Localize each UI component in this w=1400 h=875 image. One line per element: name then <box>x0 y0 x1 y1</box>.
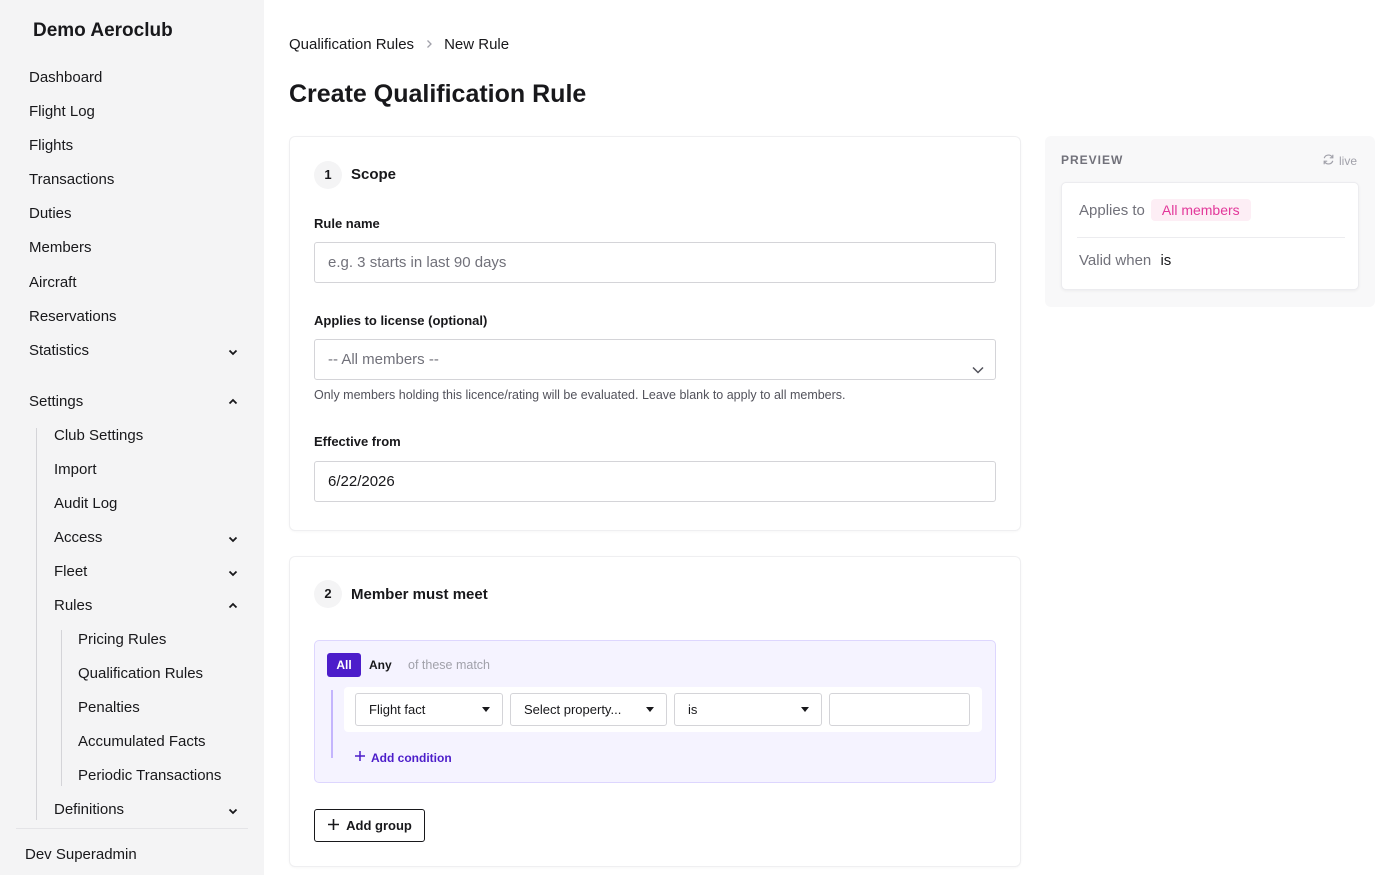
page-title: Create Qualification Rule <box>289 80 587 108</box>
step-title: Scope <box>351 166 397 183</box>
rule-name-input[interactable]: e.g. 3 starts in last 90 days <box>314 242 996 283</box>
refresh-icon <box>1322 153 1335 169</box>
chevron-down-icon[interactable] <box>226 566 240 580</box>
tree-line <box>36 428 37 820</box>
caret-down-icon <box>646 707 654 712</box>
sidebar-item-aircraft[interactable]: Aircraft <box>29 272 77 294</box>
license-select[interactable]: -- All members -- <box>314 339 996 380</box>
preview-title: PREVIEW <box>1061 153 1124 167</box>
sidebar-item-fleet[interactable]: Fleet <box>54 561 87 583</box>
chevron-up-icon[interactable] <box>226 599 240 613</box>
match-all-toggle[interactable]: All <box>327 653 361 677</box>
add-condition-button[interactable]: Add condition <box>354 750 452 765</box>
breadcrumb: Qualification Rules New Rule <box>289 34 509 54</box>
sidebar-item-members[interactable]: Members <box>29 237 92 259</box>
add-group-button[interactable]: Add group <box>314 809 425 842</box>
sidebar-item-dashboard[interactable]: Dashboard <box>29 67 102 89</box>
match-any-toggle[interactable]: Any <box>369 658 392 672</box>
caret-down-icon <box>801 707 809 712</box>
brand-title: Demo Aeroclub <box>33 20 173 41</box>
fact-type-value: Flight fact <box>369 702 426 717</box>
sidebar: Demo Aeroclub Dashboard Flight Log Fligh… <box>0 0 264 875</box>
condition-value-input[interactable] <box>829 693 970 726</box>
chevron-down-icon <box>971 353 985 392</box>
applies-to-pill: All members <box>1150 199 1251 221</box>
sidebar-item-flight-log[interactable]: Flight Log <box>29 101 95 123</box>
sidebar-item-club-settings[interactable]: Club Settings <box>54 425 143 447</box>
sidebar-item-transactions[interactable]: Transactions <box>29 169 114 191</box>
step-title: Member must meet <box>351 586 488 603</box>
preview-valid-when: Valid when is <box>1079 252 1171 269</box>
preview-applies-to: Applies to All members <box>1079 199 1251 221</box>
step-number: 2 <box>314 580 342 608</box>
sidebar-item-accumulated-facts[interactable]: Accumulated Facts <box>78 731 206 753</box>
plus-icon <box>354 750 366 765</box>
step-number: 1 <box>314 161 342 189</box>
property-value: Select property... <box>524 702 622 717</box>
sidebar-item-reservations[interactable]: Reservations <box>29 306 117 328</box>
sidebar-divider <box>16 828 248 829</box>
sidebar-item-qualification-rules[interactable]: Qualification Rules <box>78 663 203 685</box>
valid-when-label: Valid when <box>1079 252 1152 269</box>
plus-icon <box>327 818 340 834</box>
sidebar-item-periodic-transactions[interactable]: Periodic Transactions <box>78 765 221 787</box>
sidebar-item-definitions[interactable]: Definitions <box>54 799 124 821</box>
chevron-down-icon[interactable] <box>226 345 240 359</box>
chevron-up-icon[interactable] <box>226 395 240 409</box>
sidebar-item-audit-log[interactable]: Audit Log <box>54 493 117 515</box>
add-condition-label: Add condition <box>371 750 452 765</box>
valid-when-value: is <box>1160 252 1172 269</box>
preview-divider <box>1077 237 1345 238</box>
effective-from-label: Effective from <box>314 434 401 449</box>
operator-value: is <box>688 702 698 717</box>
operator-select[interactable]: is <box>674 693 822 726</box>
effective-from-input[interactable]: 6/22/2026 <box>314 461 996 502</box>
live-label: live <box>1339 154 1358 168</box>
sidebar-item-settings[interactable]: Settings <box>29 391 83 413</box>
breadcrumb-parent-link[interactable]: Qualification Rules <box>289 36 414 53</box>
license-select-value: -- All members -- <box>328 351 439 368</box>
sidebar-item-pricing-rules[interactable]: Pricing Rules <box>78 629 166 651</box>
sidebar-item-statistics[interactable]: Statistics <box>29 340 89 362</box>
sidebar-item-rules[interactable]: Rules <box>54 595 92 617</box>
property-select[interactable]: Select property... <box>510 693 667 726</box>
tree-line <box>61 630 62 786</box>
sidebar-item-duties[interactable]: Duties <box>29 203 72 225</box>
sidebar-item-penalties[interactable]: Penalties <box>78 697 140 719</box>
applies-to-label: Applies to <box>1079 201 1145 219</box>
license-label: Applies to license (optional) <box>314 313 488 328</box>
rule-name-label: Rule name <box>314 216 380 231</box>
sidebar-item-flights[interactable]: Flights <box>29 135 73 157</box>
match-note: of these match <box>408 658 490 672</box>
sidebar-item-import[interactable]: Import <box>54 459 97 481</box>
live-indicator: live <box>1322 153 1357 169</box>
chevron-down-icon[interactable] <box>226 532 240 546</box>
chevron-right-icon <box>424 39 434 49</box>
group-line <box>331 690 333 758</box>
add-group-label: Add group <box>346 818 412 833</box>
chevron-down-icon[interactable] <box>226 804 240 818</box>
breadcrumb-current: New Rule <box>444 35 510 53</box>
caret-down-icon <box>482 707 490 712</box>
user-name[interactable]: Dev Superadmin <box>25 846 137 863</box>
sidebar-item-access[interactable]: Access <box>54 527 102 549</box>
fact-type-select[interactable]: Flight fact <box>355 693 503 726</box>
license-help-text: Only members holding this licence/rating… <box>314 388 846 402</box>
